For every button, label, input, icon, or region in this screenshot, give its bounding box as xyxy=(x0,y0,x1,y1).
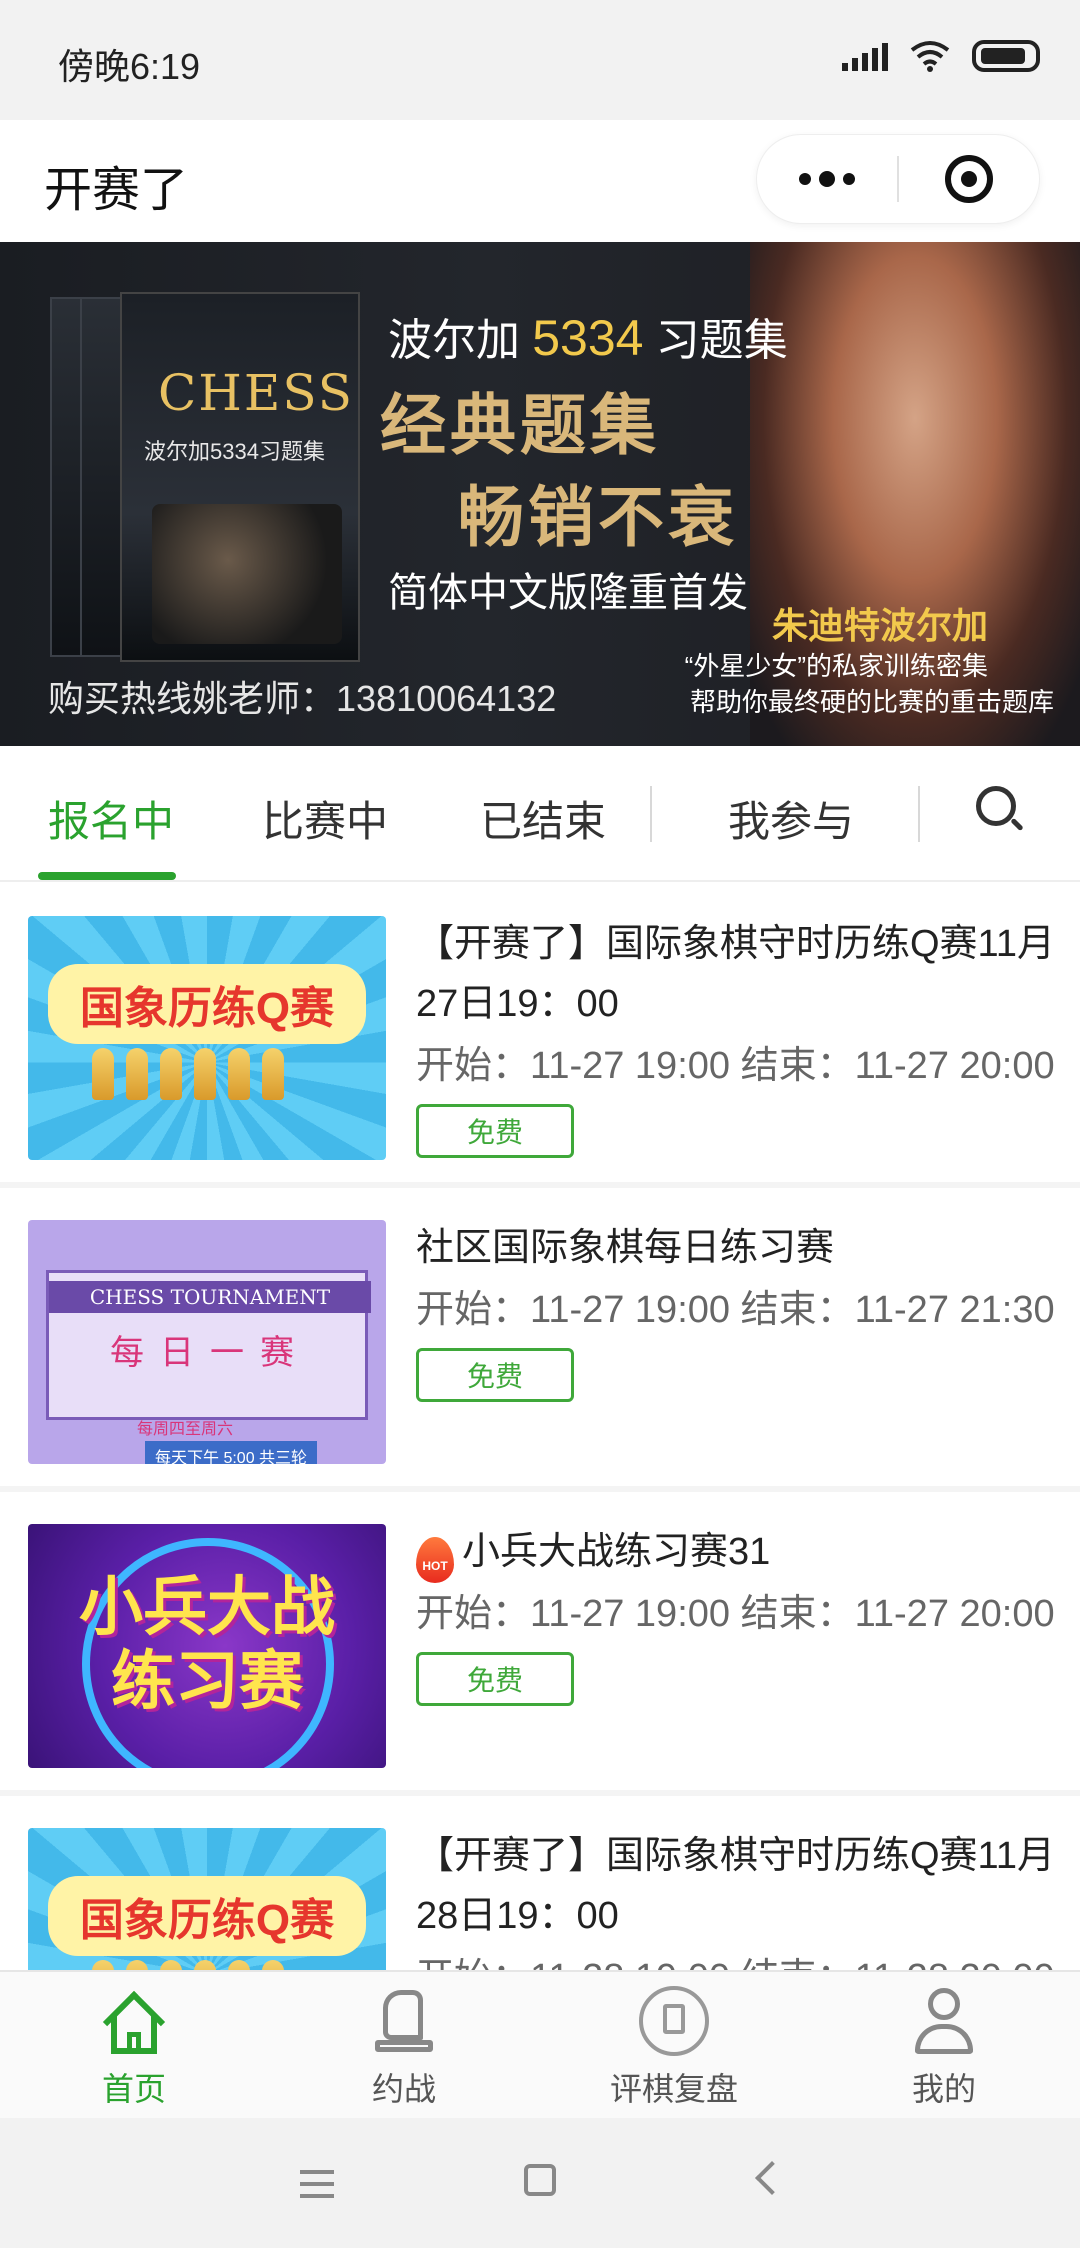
active-tab-indicator xyxy=(38,872,176,880)
tab-divider xyxy=(918,786,920,842)
thumbnail-time: 每天下午 5:00 共三轮 xyxy=(145,1441,318,1464)
thumbnail-title: 小兵大战练习赛 xyxy=(79,1571,335,1717)
app-header: 开赛了 xyxy=(0,120,1080,242)
knight-icon xyxy=(369,1986,439,2056)
thumbnail-title: CHESS TOURNAMENT xyxy=(49,1281,371,1313)
banner-line1: 波尔加 5334 习题集 xyxy=(388,310,788,366)
tournament-time: 开始：11-27 19:00 结束：11-27 21:30 xyxy=(416,1289,1055,1331)
status-bar: 傍晚6:19 xyxy=(0,0,1080,120)
tournament-title: 【开赛了】国际象棋守时历练Q赛11月28日19：00 xyxy=(416,1835,1056,1937)
banner-hotline: 购买热线姚老师：13810064132 xyxy=(48,678,557,719)
wifi-icon xyxy=(910,41,950,72)
fee-badge: 免费 xyxy=(416,1104,574,1158)
tournament-thumbnail: CHESS TOURNAMENT 每日一赛 每周四至周六 每天下午 5:00 共… xyxy=(28,1220,386,1464)
tournament-title: HOT 小兵大战练习赛31 xyxy=(416,1522,1056,1583)
promo-banner[interactable]: CHESS 波尔加5334习题集 波尔加 5334 习题集 经典题集 畅销不衰 … xyxy=(0,242,1080,746)
status-time: 傍晚6:19 xyxy=(58,46,201,87)
tab-joined[interactable]: 我参与 xyxy=(728,788,854,849)
list-item[interactable]: 小兵大战练习赛 HOT 小兵大战练习赛31 开始：11-27 19:00 结束：1… xyxy=(0,1492,1080,1790)
close-icon xyxy=(944,155,993,203)
banner-line3: 简体中文版隆重首发 xyxy=(388,571,748,615)
back-icon[interactable] xyxy=(755,2161,789,2195)
nav-review[interactable]: 评棋复盘 xyxy=(574,1986,774,2110)
book-brand: CHESS xyxy=(158,364,354,422)
banner-headline1: 经典题集 xyxy=(380,388,660,462)
tab-finished[interactable]: 已结束 xyxy=(480,788,606,849)
banner-caption2: 帮助你最终硬的比赛的重击题库 xyxy=(689,687,1054,717)
search-icon[interactable] xyxy=(976,786,1024,838)
tournament-time: 开始：11-28 19:00 结束：11-28 20:00 xyxy=(416,1946,1055,1970)
more-button[interactable] xyxy=(757,135,897,223)
thumbnail-title: 国象历练Q赛 xyxy=(48,964,366,1044)
thumbnail-title: 国象历练Q赛 xyxy=(48,1876,366,1956)
home-square-icon[interactable] xyxy=(524,2164,556,2196)
nav-label: 约战 xyxy=(371,2071,436,2107)
tournament-time: 开始：11-27 19:00 结束：11-27 20:00 xyxy=(416,1045,1055,1087)
banner-person-name: 朱迪特波尔加 xyxy=(771,605,988,646)
page-title: 开赛了 xyxy=(44,164,189,217)
nav-home[interactable]: 首页 xyxy=(34,1986,234,2110)
tab-in-progress[interactable]: 比赛中 xyxy=(262,788,388,849)
nav-label: 评棋复盘 xyxy=(609,2071,738,2107)
tab-bar: 报名中 比赛中 已结束 我参与 xyxy=(0,746,1080,882)
tournament-title-text: 小兵大战练习赛31 xyxy=(462,1531,771,1573)
fee-badge: 免费 xyxy=(416,1348,574,1402)
tab-registering[interactable]: 报名中 xyxy=(48,788,174,849)
pawn-pieces xyxy=(92,1960,284,1970)
system-nav-bar xyxy=(0,2118,1080,2248)
fee-badge: 免费 xyxy=(416,1652,574,1706)
tournament-list[interactable]: 国象历练Q赛 【开赛了】国际象棋守时历练Q赛11月27日19：00 开始：11-… xyxy=(0,884,1080,1970)
banner-headline2: 畅销不衰 xyxy=(458,480,738,554)
list-item[interactable]: CHESS TOURNAMENT 每日一赛 每周四至周六 每天下午 5:00 共… xyxy=(0,1188,1080,1486)
tournament-thumbnail: 小兵大战练习赛 xyxy=(28,1524,386,1768)
menu-icon[interactable] xyxy=(300,2170,334,2206)
tournament-title: 社区国际象棋每日练习赛 xyxy=(416,1227,835,1269)
thumbnail-main: 每日一赛 xyxy=(110,1334,310,1372)
user-icon xyxy=(909,1986,979,2056)
home-icon xyxy=(99,1986,169,2056)
tournament-time: 开始：11-27 19:00 结束：11-27 20:00 xyxy=(416,1593,1055,1635)
thumbnail-panel: CHESS TOURNAMENT 每日一赛 每周四至周六 每天下午 5:00 共… xyxy=(46,1270,371,1464)
tournament-title: 【开赛了】国际象棋守时历练Q赛11月27日19：00 xyxy=(416,923,1056,1025)
nav-challenge[interactable]: 约战 xyxy=(304,1986,504,2110)
nav-label: 首页 xyxy=(101,2071,166,2107)
thumbnail-schedule: 每周四至周六 xyxy=(137,1421,234,1438)
chess-pieces-image xyxy=(152,504,342,644)
tab-divider xyxy=(650,786,652,842)
nav-label: 我的 xyxy=(911,2071,976,2107)
nav-profile[interactable]: 我的 xyxy=(844,1986,1044,2110)
list-item[interactable]: 国象历练Q赛 【开赛了】国际象棋守时历练Q赛11月28日19：00 开始：11-… xyxy=(0,1796,1080,1970)
book-cover: CHESS 波尔加5334习题集 xyxy=(120,292,360,662)
book-subtitle: 波尔加5334习题集 xyxy=(144,439,325,464)
pawn-pieces xyxy=(92,1048,284,1100)
close-button[interactable] xyxy=(899,135,1039,223)
list-item[interactable]: 国象历练Q赛 【开赛了】国际象棋守时历练Q赛11月27日19：00 开始：11-… xyxy=(0,884,1080,1182)
status-icons xyxy=(842,40,1040,72)
battery-icon xyxy=(972,40,1040,72)
review-icon xyxy=(639,1986,709,2056)
tournament-thumbnail: 国象历练Q赛 xyxy=(28,916,386,1160)
banner-caption1: “外星少女”的私家训练密集 xyxy=(684,651,988,681)
tournament-thumbnail: 国象历练Q赛 xyxy=(28,1828,386,1970)
bottom-nav: 首页 约战 评棋复盘 我的 xyxy=(0,1970,1080,2118)
mini-program-capsule xyxy=(756,134,1040,224)
signal-icon xyxy=(842,41,888,71)
hot-icon: HOT xyxy=(416,1537,454,1583)
